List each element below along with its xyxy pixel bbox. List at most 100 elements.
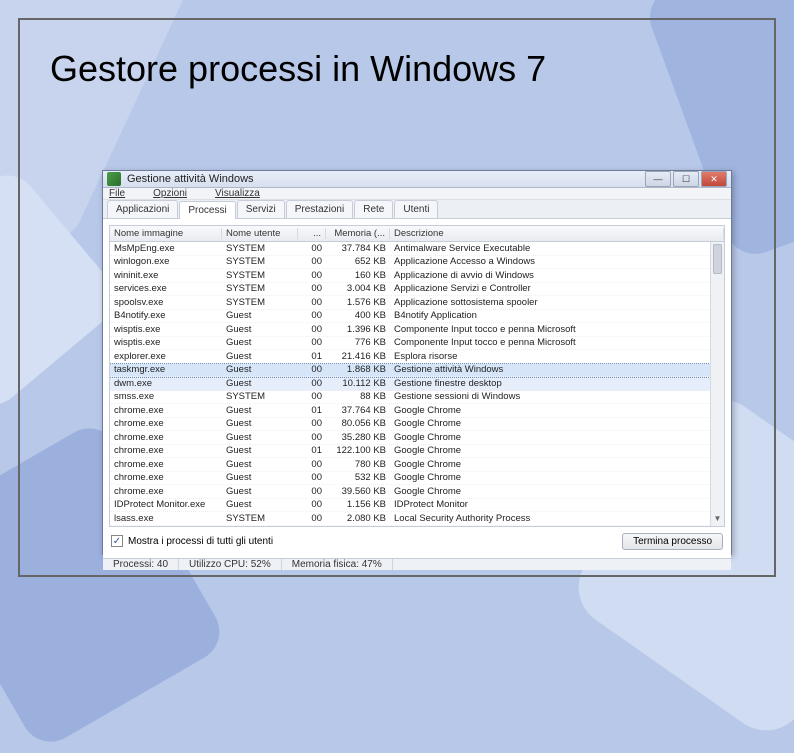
close-button[interactable]: ✕ bbox=[701, 171, 727, 187]
cell-mem: 80.056 KB bbox=[326, 418, 390, 429]
show-all-checkbox[interactable]: ✓ bbox=[111, 535, 123, 547]
cell-user: SYSTEM bbox=[222, 297, 298, 308]
table-row[interactable]: chrome.exeGuest00780 KBGoogle Chrome bbox=[110, 458, 724, 472]
table-row[interactable]: chrome.exeGuest0039.560 KBGoogle Chrome bbox=[110, 485, 724, 499]
table-row[interactable]: MsMpEng.exeSYSTEM0037.784 KBAntimalware … bbox=[110, 242, 724, 256]
table-row[interactable]: spoolsv.exeSYSTEM001.576 KBApplicazione … bbox=[110, 296, 724, 310]
cell-mem: 122.100 KB bbox=[326, 445, 390, 456]
col-mem[interactable]: Memoria (... bbox=[326, 228, 390, 239]
cell-image: explorer.exe bbox=[110, 351, 222, 362]
cell-cpu: 01 bbox=[298, 445, 326, 456]
cell-mem: 160 KB bbox=[326, 270, 390, 281]
cell-image: B4notify.exe bbox=[110, 310, 222, 321]
cell-mem: 35.280 KB bbox=[326, 432, 390, 443]
table-row[interactable]: chrome.exeGuest0035.280 KBGoogle Chrome bbox=[110, 431, 724, 445]
cell-mem: 37.764 KB bbox=[326, 405, 390, 416]
cell-cpu: 00 bbox=[298, 418, 326, 429]
cell-mem: 780 KB bbox=[326, 459, 390, 470]
table-row[interactable]: chrome.exeGuest01122.100 KBGoogle Chrome bbox=[110, 445, 724, 459]
cell-user: Guest bbox=[222, 432, 298, 443]
cell-user: Guest bbox=[222, 337, 298, 348]
cell-user: Guest bbox=[222, 364, 298, 375]
tab-users[interactable]: Utenti bbox=[394, 200, 438, 218]
cell-image: wininit.exe bbox=[110, 270, 222, 281]
tab-performance[interactable]: Prestazioni bbox=[286, 200, 353, 218]
col-user[interactable]: Nome utente bbox=[222, 228, 298, 239]
menu-file[interactable]: File bbox=[109, 188, 139, 199]
cell-image: wisptis.exe bbox=[110, 324, 222, 335]
table-row[interactable]: chrome.exeGuest00532 KBGoogle Chrome bbox=[110, 472, 724, 486]
table-row[interactable]: wininit.exeSYSTEM00160 KBApplicazione di… bbox=[110, 269, 724, 283]
taskmgr-icon bbox=[107, 172, 121, 186]
cell-cpu: 00 bbox=[298, 391, 326, 402]
footer-controls: ✓ Mostra i processi di tutti gli utenti … bbox=[109, 527, 725, 552]
cell-cpu: 00 bbox=[298, 270, 326, 281]
cell-image: smss.exe bbox=[110, 391, 222, 402]
table-row[interactable]: services.exeSYSTEM003.004 KBApplicazione… bbox=[110, 283, 724, 297]
cell-mem: 1.576 KB bbox=[326, 297, 390, 308]
col-desc[interactable]: Descrizione bbox=[390, 228, 724, 239]
cell-desc: Applicazione Servizi e Controller bbox=[390, 283, 724, 294]
cell-image: chrome.exe bbox=[110, 472, 222, 483]
cell-cpu: 01 bbox=[298, 405, 326, 416]
cell-cpu: 00 bbox=[298, 364, 326, 375]
cell-cpu: 00 bbox=[298, 472, 326, 483]
cell-desc: Local Security Authority Process bbox=[390, 513, 724, 524]
cell-cpu: 00 bbox=[298, 297, 326, 308]
table-row[interactable]: explorer.exeGuest0121.416 KBEsplora riso… bbox=[110, 350, 724, 364]
table-row[interactable]: chrome.exeGuest0137.764 KBGoogle Chrome bbox=[110, 404, 724, 418]
end-process-button[interactable]: Termina processo bbox=[622, 533, 723, 550]
tabbar: Applicazioni Processi Servizi Prestazion… bbox=[103, 200, 731, 219]
cell-cpu: 00 bbox=[298, 243, 326, 254]
cell-mem: 21.416 KB bbox=[326, 351, 390, 362]
cell-cpu: 00 bbox=[298, 432, 326, 443]
table-row[interactable]: lsass.exeSYSTEM002.080 KBLocal Security … bbox=[110, 512, 724, 526]
tab-applications[interactable]: Applicazioni bbox=[107, 200, 178, 218]
cell-mem: 10.112 KB bbox=[326, 378, 390, 389]
cell-image: wisptis.exe bbox=[110, 337, 222, 348]
cell-image: winlogon.exe bbox=[110, 256, 222, 267]
cell-desc: Gestione sessioni di Windows bbox=[390, 391, 724, 402]
status-cpu: Utilizzo CPU: 52% bbox=[179, 559, 282, 570]
menu-options[interactable]: Opzioni bbox=[153, 188, 201, 199]
cell-desc: IDProtect Monitor bbox=[390, 499, 724, 510]
tab-processes[interactable]: Processi bbox=[179, 201, 235, 219]
table-row[interactable]: IDProtect Monitor.exeGuest001.156 KBIDPr… bbox=[110, 499, 724, 513]
tab-services[interactable]: Servizi bbox=[237, 200, 285, 218]
cell-desc: Google Chrome bbox=[390, 459, 724, 470]
scroll-thumb[interactable] bbox=[713, 244, 722, 274]
cell-mem: 1.156 KB bbox=[326, 499, 390, 510]
cell-desc: Google Chrome bbox=[390, 405, 724, 416]
maximize-button[interactable]: ☐ bbox=[673, 171, 699, 187]
process-rows: MsMpEng.exeSYSTEM0037.784 KBAntimalware … bbox=[110, 242, 724, 526]
cell-user: Guest bbox=[222, 499, 298, 510]
minimize-button[interactable]: — bbox=[645, 171, 671, 187]
table-row[interactable]: dwm.exeGuest0010.112 KBGestione finestre… bbox=[110, 377, 724, 391]
tab-network[interactable]: Rete bbox=[354, 200, 393, 218]
table-row[interactable]: chrome.exeGuest0080.056 KBGoogle Chrome bbox=[110, 418, 724, 432]
status-mem: Memoria fisica: 47% bbox=[282, 559, 393, 570]
col-cpu[interactable]: ... bbox=[298, 228, 326, 239]
slide-frame: Gestore processi in Windows 7 Gestione a… bbox=[18, 18, 776, 577]
cell-desc: Google Chrome bbox=[390, 472, 724, 483]
cell-cpu: 00 bbox=[298, 486, 326, 497]
scroll-down-icon[interactable]: ▼ bbox=[711, 512, 724, 526]
titlebar[interactable]: Gestione attività Windows — ☐ ✕ bbox=[103, 171, 731, 188]
cell-user: SYSTEM bbox=[222, 283, 298, 294]
col-image[interactable]: Nome immagine bbox=[110, 228, 222, 239]
cell-user: SYSTEM bbox=[222, 270, 298, 281]
table-row[interactable]: B4notify.exeGuest00400 KBB4notify Applic… bbox=[110, 310, 724, 324]
vertical-scrollbar[interactable]: ▲ ▼ bbox=[710, 242, 724, 526]
table-row[interactable]: wisptis.exeGuest001.396 KBComponente Inp… bbox=[110, 323, 724, 337]
table-row[interactable]: smss.exeSYSTEM0088 KBGestione sessioni d… bbox=[110, 391, 724, 405]
taskmgr-window: Gestione attività Windows — ☐ ✕ File Opz… bbox=[102, 170, 732, 555]
cell-cpu: 00 bbox=[298, 283, 326, 294]
cell-user: Guest bbox=[222, 324, 298, 335]
process-list: Nome immagine Nome utente ... Memoria (.… bbox=[109, 225, 725, 527]
cell-cpu: 00 bbox=[298, 378, 326, 389]
menu-view[interactable]: Visualizza bbox=[215, 188, 274, 199]
table-row[interactable]: wisptis.exeGuest00776 KBComponente Input… bbox=[110, 337, 724, 351]
cell-cpu: 00 bbox=[298, 513, 326, 524]
table-row[interactable]: taskmgr.exeGuest001.868 KBGestione attiv… bbox=[110, 364, 724, 378]
table-row[interactable]: winlogon.exeSYSTEM00652 KBApplicazione A… bbox=[110, 256, 724, 270]
